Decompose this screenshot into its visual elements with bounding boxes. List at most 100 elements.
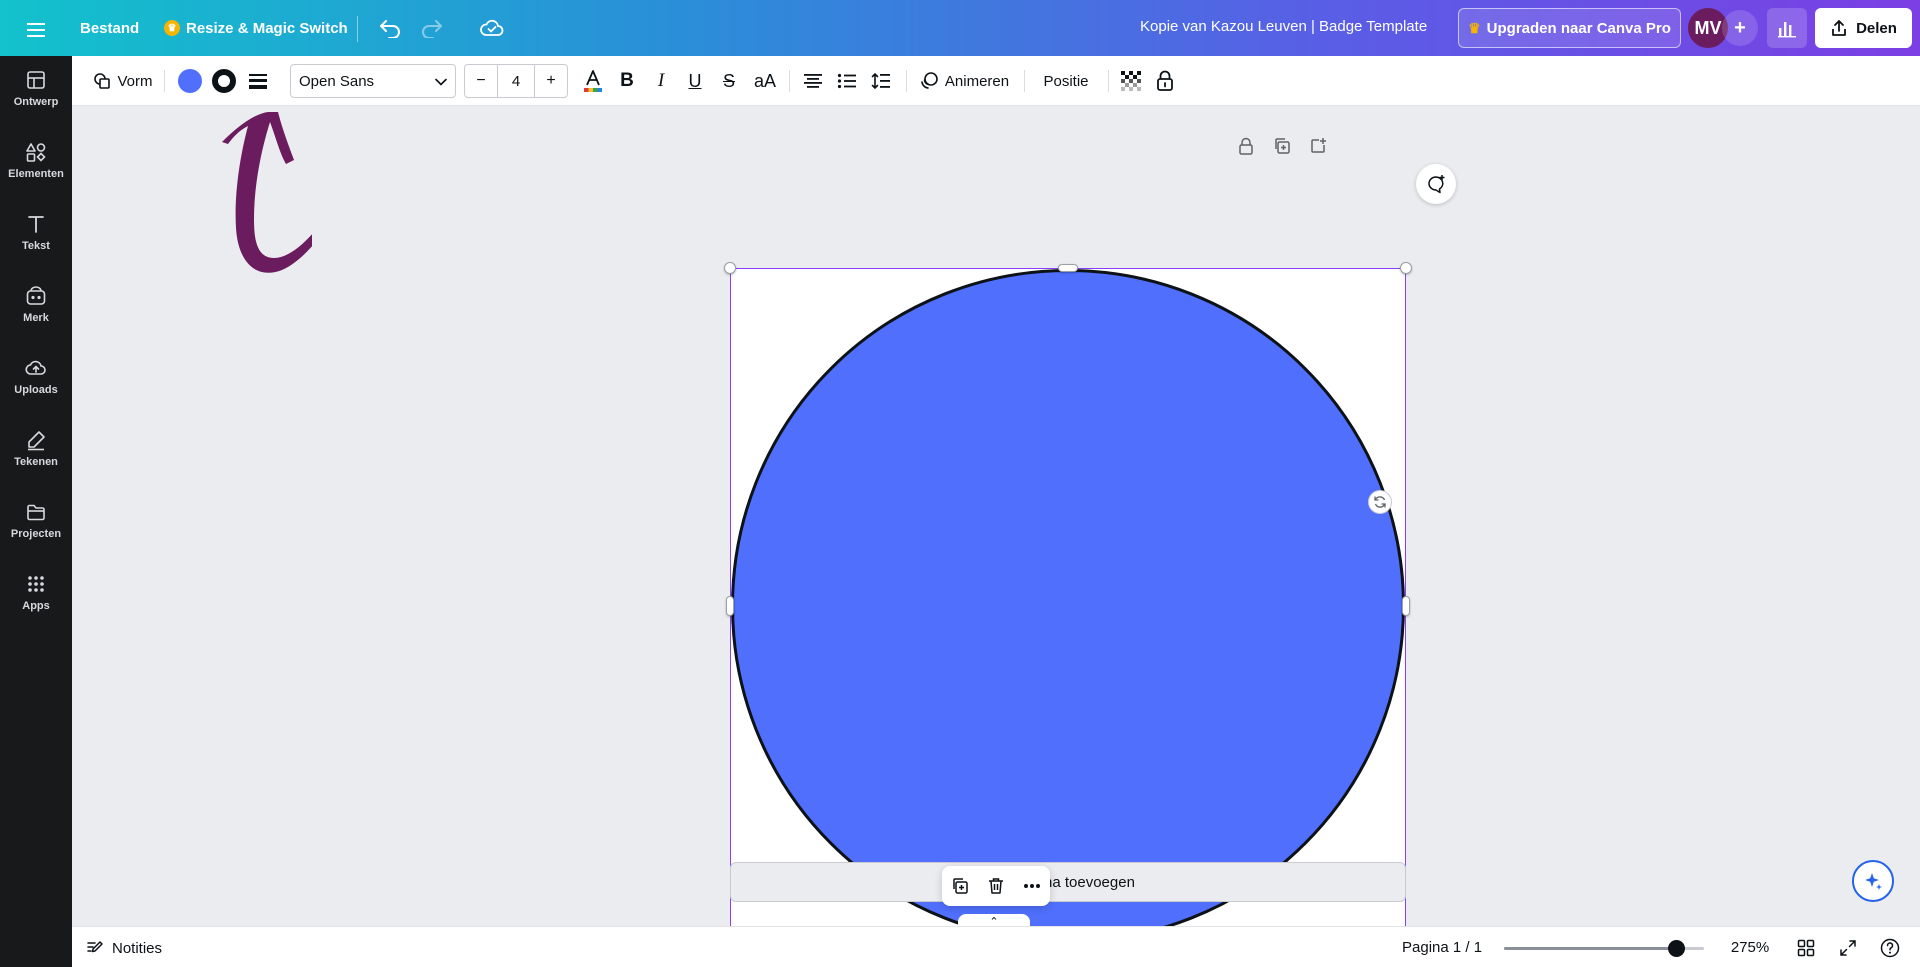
add-comment-icon[interactable] xyxy=(1416,164,1456,204)
zoom-level[interactable]: 275% xyxy=(1724,939,1776,956)
document-title[interactable]: Kopie van Kazou Leuven | Badge Template xyxy=(1140,18,1427,35)
zoom-slider[interactable] xyxy=(1504,940,1704,957)
border-style-icon[interactable] xyxy=(242,65,274,97)
resize-handle-top-left[interactable] xyxy=(724,262,736,274)
draw-pen-icon xyxy=(28,430,45,450)
notes-pencil-icon xyxy=(87,941,103,953)
page-indicator[interactable]: Pagina 1 / 1 xyxy=(1402,939,1482,956)
font-size-input[interactable]: 4 xyxy=(497,65,535,97)
shapes-icon xyxy=(26,142,46,162)
decrease-font-size-button[interactable]: − xyxy=(465,65,497,97)
canvas-area: + Pagina toevoegen ⌃ xyxy=(72,106,1920,950)
sidebar-item-brand[interactable]: Merk xyxy=(0,272,72,336)
hamburger-menu-icon[interactable] xyxy=(18,10,54,50)
align-center-icon[interactable] xyxy=(798,65,828,97)
animate-button[interactable]: Animeren xyxy=(914,65,1014,97)
transparency-icon[interactable] xyxy=(1116,65,1146,97)
lock-page-icon[interactable] xyxy=(1232,132,1260,160)
notes-label: Notities xyxy=(112,939,163,957)
upload-cloud-icon xyxy=(25,360,46,375)
sidebar-item-uploads[interactable]: Uploads xyxy=(0,344,72,408)
resize-handle-right[interactable] xyxy=(1402,596,1410,616)
fill-color-swatch xyxy=(178,69,202,93)
resize-handle-left[interactable] xyxy=(726,596,734,616)
sidebar-item-design[interactable]: Ontwerp xyxy=(0,56,72,120)
lock-icon[interactable] xyxy=(1150,65,1180,97)
resize-magic-switch-button[interactable]: ♛ Resize & Magic Switch xyxy=(156,8,356,48)
text-icon xyxy=(28,215,44,233)
curved-arrow-annotation xyxy=(222,112,312,273)
toolbar-divider xyxy=(1108,70,1109,92)
insights-chart-icon[interactable] xyxy=(1767,8,1807,48)
add-page-icon[interactable] xyxy=(1304,132,1332,160)
crown-icon: ♛ xyxy=(164,20,180,36)
sidebar-label: Apps xyxy=(22,599,50,612)
sidebar-label: Tekenen xyxy=(14,455,58,468)
crown-icon: ♛ xyxy=(1468,19,1481,36)
toolbar-divider xyxy=(906,70,907,92)
rotate-handle-icon[interactable] xyxy=(1368,490,1392,514)
undo-icon[interactable] xyxy=(370,8,410,48)
upgrade-label: Upgraden naar Canva Pro xyxy=(1486,19,1671,37)
letter-case-icon[interactable]: aA xyxy=(748,65,782,97)
strikethrough-icon[interactable]: S xyxy=(714,65,744,97)
fill-color-button[interactable] xyxy=(174,65,206,97)
bold-icon[interactable]: B xyxy=(612,65,642,97)
sidebar-item-draw[interactable]: Tekenen xyxy=(0,416,72,480)
trash-icon[interactable] xyxy=(982,872,1010,900)
bullet-list-icon[interactable] xyxy=(832,65,862,97)
sidebar-item-elements[interactable]: Elementen xyxy=(0,128,72,192)
border-color-swatch xyxy=(212,69,236,93)
upgrade-pro-button[interactable]: ♛ Upgraden naar Canva Pro xyxy=(1458,8,1681,48)
toolbar-divider xyxy=(789,70,790,92)
resize-handle-top[interactable] xyxy=(1058,264,1078,272)
zoom-slider-thumb[interactable] xyxy=(1667,940,1685,957)
duplicate-page-icon[interactable] xyxy=(1268,132,1296,160)
increase-font-size-button[interactable]: + xyxy=(535,65,567,97)
brand-icon xyxy=(26,285,46,305)
sidebar-label: Ontwerp xyxy=(13,95,59,108)
sidebar-item-projects[interactable]: Projecten xyxy=(0,488,72,552)
file-menu-button[interactable]: Bestand xyxy=(72,8,147,48)
floating-element-toolbar xyxy=(942,866,1050,906)
sidebar-label: Elementen xyxy=(8,167,64,180)
help-icon[interactable] xyxy=(1876,935,1904,961)
left-sidebar: Ontwerp Elementen Tekst Merk Uploads Tek… xyxy=(0,56,72,967)
chevron-down-icon xyxy=(435,73,447,90)
share-upload-icon xyxy=(1832,20,1846,36)
sidebar-label: Uploads xyxy=(14,383,58,396)
sidebar-label: Merk xyxy=(23,311,49,324)
resize-handle-top-right[interactable] xyxy=(1400,262,1412,274)
more-options-icon[interactable] xyxy=(1018,872,1046,900)
fullscreen-icon[interactable] xyxy=(1834,935,1862,961)
toolbar-divider xyxy=(1024,70,1025,92)
sidebar-item-text[interactable]: Tekst xyxy=(0,200,72,264)
redo-icon[interactable] xyxy=(412,8,452,48)
sidebar-item-apps[interactable]: Apps xyxy=(0,560,72,624)
shape-type-button[interactable]: Vorm xyxy=(82,65,164,97)
notes-button[interactable]: Notities xyxy=(86,935,162,961)
top-bar: Bestand ♛ Resize & Magic Switch Kopie va… xyxy=(0,0,1920,56)
copy-element-icon[interactable] xyxy=(946,872,974,900)
line-spacing-icon[interactable] xyxy=(866,65,896,97)
add-page-button[interactable]: + Pagina toevoegen xyxy=(730,862,1406,902)
shape-icon xyxy=(94,73,111,89)
italic-icon[interactable]: I xyxy=(646,65,676,97)
animate-icon xyxy=(921,72,938,89)
grid-view-icon[interactable] xyxy=(1792,935,1820,961)
font-family-select[interactable]: Open Sans xyxy=(290,64,456,98)
cloud-saved-icon[interactable] xyxy=(472,8,512,48)
share-button[interactable]: Delen xyxy=(1815,8,1912,48)
invite-plus-icon[interactable]: + xyxy=(1722,10,1758,46)
magic-sparkle-icon[interactable] xyxy=(1852,860,1894,902)
position-button[interactable]: Positie xyxy=(1034,65,1098,97)
circle-shape[interactable] xyxy=(731,269,1405,943)
resize-label: Resize & Magic Switch xyxy=(186,19,348,37)
layout-icon xyxy=(27,70,45,89)
underline-icon[interactable]: U xyxy=(680,65,710,97)
folder-icon xyxy=(27,504,45,520)
text-color-icon[interactable] xyxy=(578,65,608,97)
border-color-button[interactable] xyxy=(208,65,240,97)
font-family-value: Open Sans xyxy=(299,72,375,90)
footer-bar: Notities Pagina 1 / 1 275% xyxy=(72,926,1920,967)
